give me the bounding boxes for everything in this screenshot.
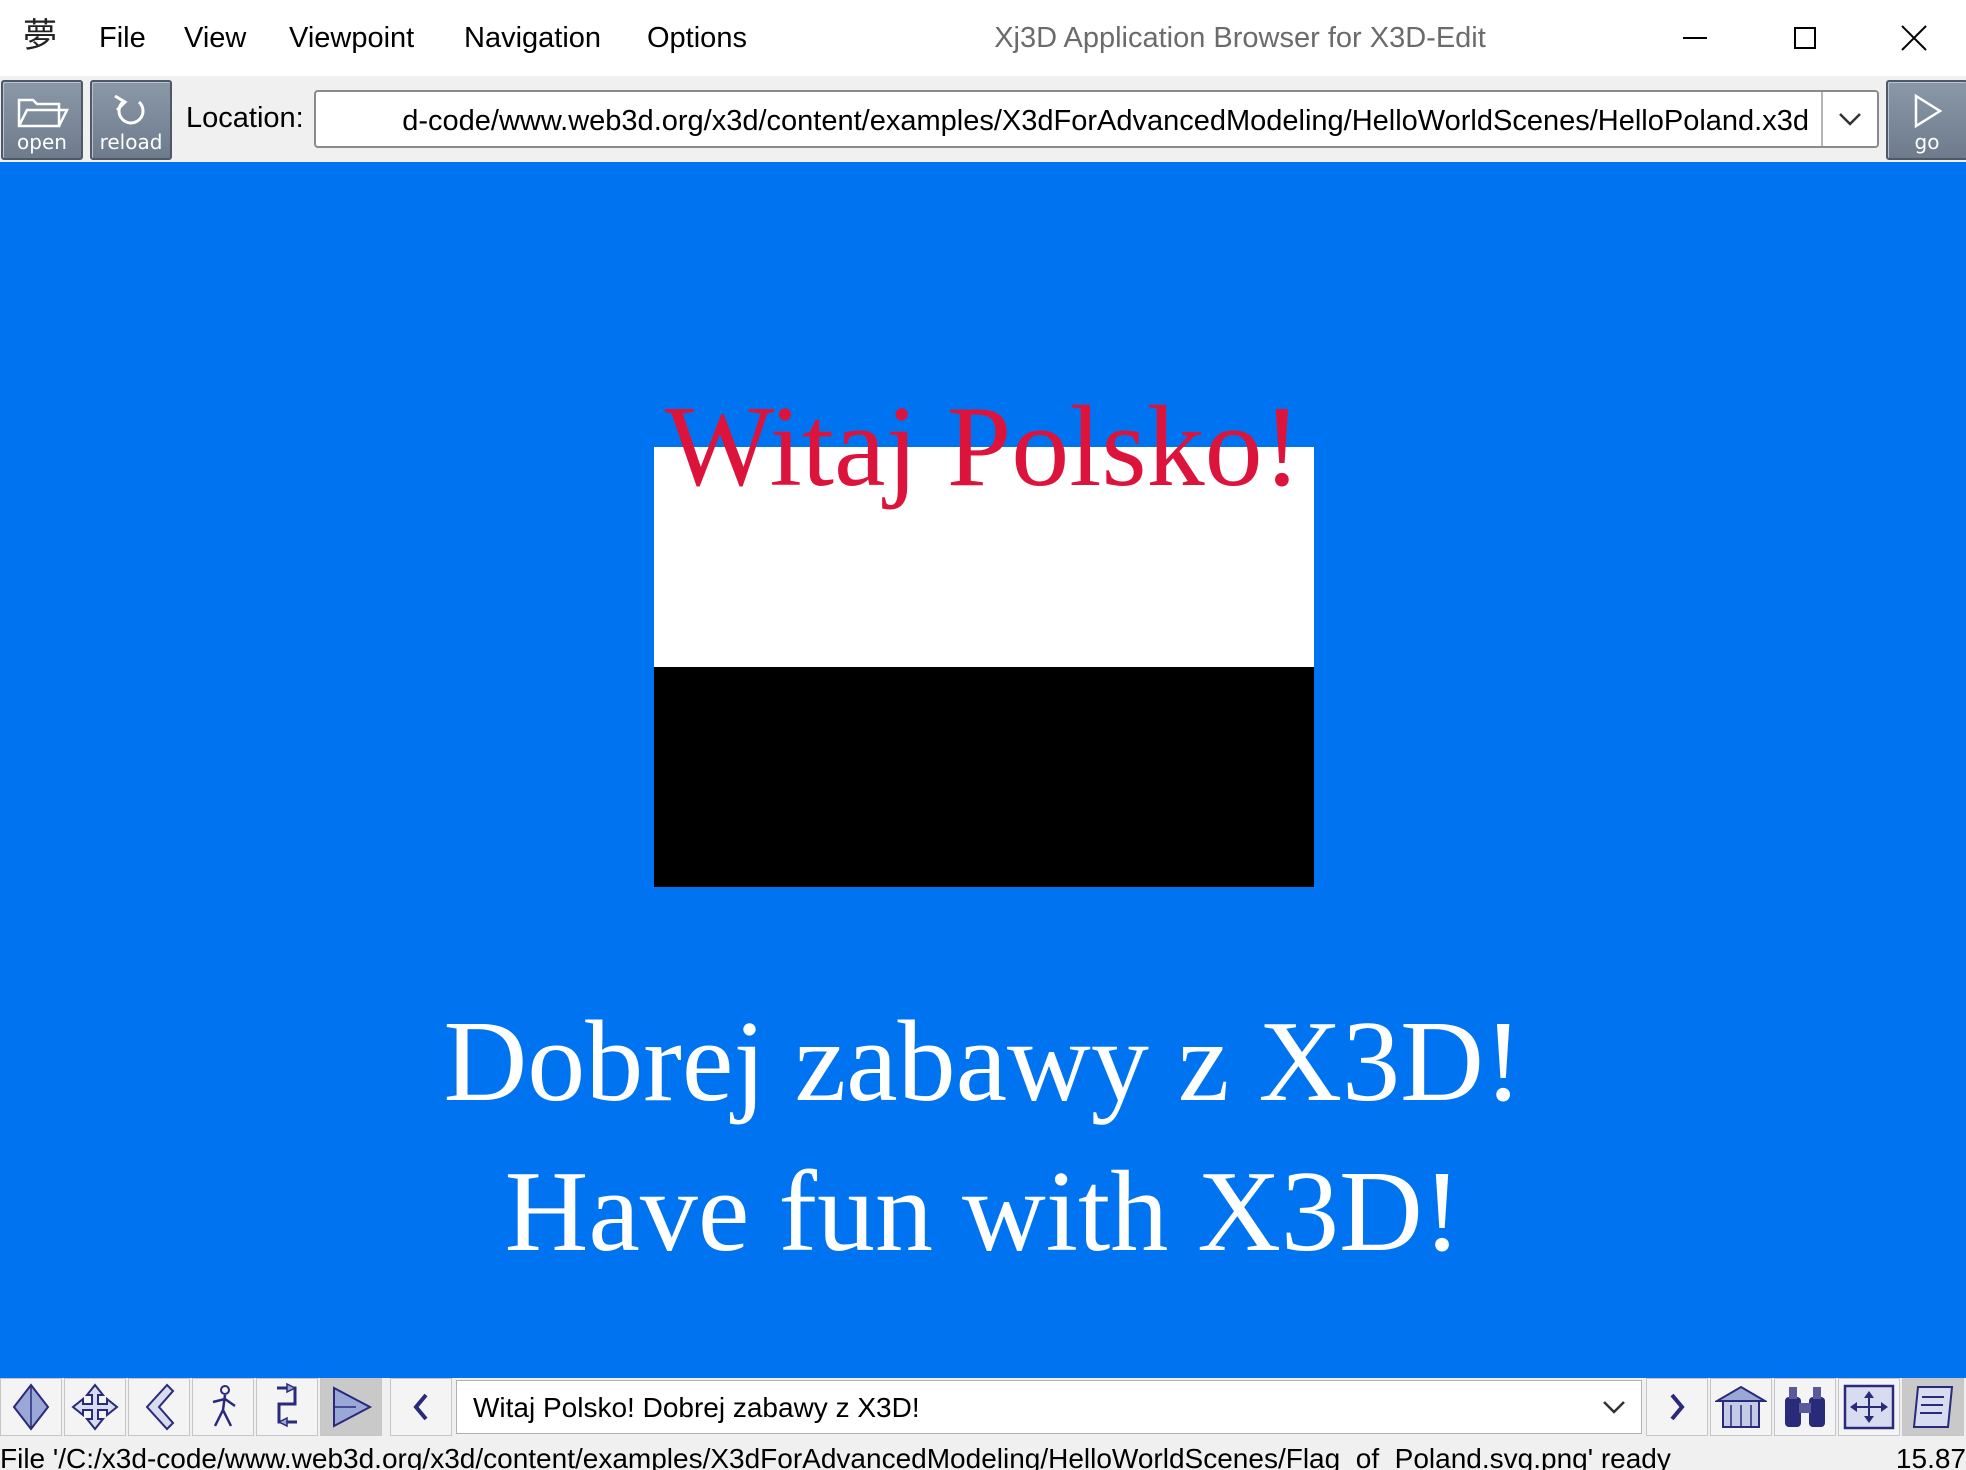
tilt-icon	[145, 1383, 175, 1431]
open-button[interactable]: open	[1, 80, 83, 160]
close-icon	[1901, 25, 1927, 51]
walk-icon	[212, 1385, 236, 1427]
location-value[interactable]: d-code/www.web3d.org/x3d/content/example…	[402, 101, 1809, 141]
frame-rate: 15.87	[1895, 1443, 1966, 1470]
next-viewpoint-icon	[1670, 1393, 1685, 1421]
menu-navigation[interactable]: Navigation	[464, 18, 601, 58]
status-message: File '/C:/x3d-code/www.web3d.org/x3d/con…	[0, 1443, 1671, 1470]
binoculars-button[interactable]	[1774, 1378, 1836, 1436]
scene-title-text: Witaj Polsko!	[664, 383, 1302, 511]
fly-button[interactable]	[0, 1378, 62, 1436]
flag-lower-stripe	[654, 667, 1314, 887]
reload-button[interactable]: reload	[90, 80, 172, 160]
next-viewpoint-button[interactable]	[1646, 1378, 1708, 1436]
home-viewpoint-icon	[1715, 1385, 1767, 1428]
viewpoint-selected: Witaj Polsko! Dobrej zabawy z X3D!	[473, 1392, 920, 1423]
pan-button[interactable]	[64, 1378, 126, 1436]
look-at-button[interactable]	[320, 1378, 382, 1436]
scene-text-english: Have fun with X3D!	[504, 1148, 1462, 1276]
window-title: Xj3D Application Browser for X3D-Edit	[994, 22, 1486, 54]
menu-file[interactable]: File	[99, 18, 146, 58]
minimize-icon	[1683, 37, 1707, 39]
previous-viewpoint-icon	[413, 1393, 428, 1421]
pan-icon	[71, 1383, 119, 1431]
fit-view-button[interactable]	[1838, 1378, 1900, 1436]
location-label: Location:	[186, 102, 304, 134]
maximize-icon	[1794, 27, 1816, 49]
previous-viewpoint-button[interactable]	[390, 1378, 452, 1436]
menu-options[interactable]: Options	[647, 18, 747, 58]
fly-icon	[12, 1383, 50, 1431]
examine-button[interactable]	[256, 1378, 318, 1436]
title-bar: 夢 File View Viewpoint Navigation Options…	[0, 0, 1966, 76]
location-toolbar: open reload Location: d-code/www.web3d.o…	[0, 76, 1966, 162]
viewpoint-dropdown-button[interactable]	[1587, 1381, 1641, 1433]
console-button[interactable]	[1902, 1378, 1964, 1436]
fit-view-icon	[1843, 1384, 1895, 1430]
examine-icon	[277, 1382, 297, 1428]
x3d-viewport[interactable]: Witaj Polsko! Dobrej zabawy z X3D! Have …	[0, 162, 1966, 1378]
chevron-down-icon	[1603, 1401, 1625, 1414]
home-viewpoint-button[interactable]	[1710, 1378, 1772, 1436]
folder-open-icon	[17, 98, 69, 128]
console-icon	[1912, 1386, 1954, 1428]
navigation-toolbar: Witaj Polsko! Dobrej zabawy z X3D!	[0, 1378, 1966, 1436]
viewpoint-select[interactable]: Witaj Polsko! Dobrej zabawy z X3D!	[456, 1380, 1642, 1434]
reload-label: reload	[99, 130, 163, 154]
maximize-button[interactable]	[1760, 8, 1850, 68]
close-button[interactable]	[1869, 8, 1959, 68]
location-dropdown-button[interactable]	[1821, 92, 1877, 146]
menu-viewpoint[interactable]: Viewpoint	[289, 18, 414, 58]
look-at-icon	[333, 1386, 373, 1428]
play-arrow-icon	[1914, 93, 1943, 129]
chevron-down-icon	[1839, 113, 1861, 126]
menu-view[interactable]: View	[184, 18, 246, 58]
binoculars-icon	[1785, 1387, 1825, 1427]
walk-button[interactable]	[192, 1378, 254, 1436]
go-button[interactable]: go	[1886, 80, 1966, 160]
reload-icon	[114, 94, 145, 125]
scene-text-polish: Dobrej zabawy z X3D!	[443, 998, 1523, 1126]
location-input[interactable]: d-code/www.web3d.org/x3d/content/example…	[314, 90, 1879, 148]
app-logo-icon: 夢	[23, 16, 57, 56]
open-label: open	[17, 130, 67, 154]
minimize-button[interactable]	[1650, 8, 1740, 68]
go-label: go	[1914, 130, 1940, 154]
tilt-button[interactable]	[128, 1378, 190, 1436]
status-bar: File '/C:/x3d-code/www.web3d.org/x3d/con…	[0, 1436, 1966, 1470]
